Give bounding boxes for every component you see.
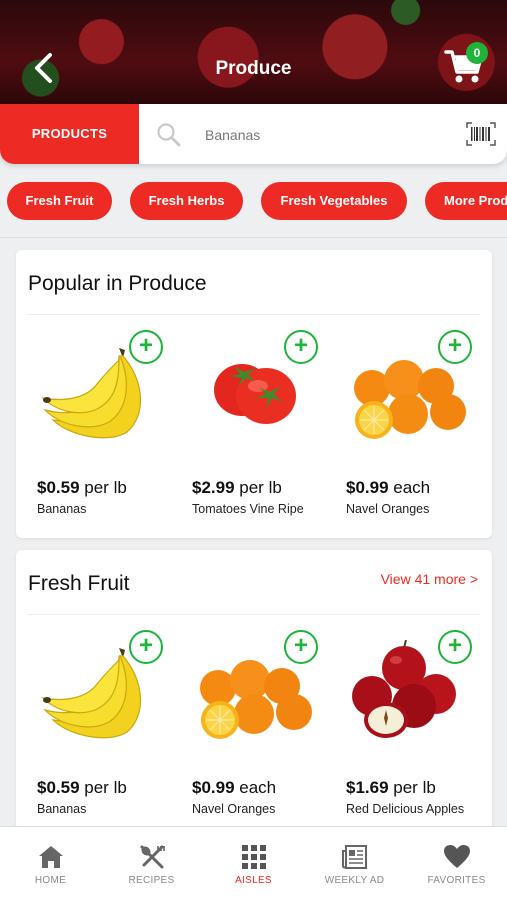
product-price: $0.59 per lb [37,778,127,797]
search-bar: PRODUCTS [0,104,507,164]
product-name: Bananas [37,502,87,516]
header-banner [0,0,507,104]
nav-favorites[interactable]: FAVORITES [406,827,507,900]
chip-fresh-vegetables[interactable]: Fresh Vegetables [261,182,407,220]
product-name: Navel Oranges [346,502,430,516]
add-to-cart-button[interactable]: + [438,630,472,664]
nav-label: WEEKLY AD [324,875,385,886]
fresh-fruit-card: Fresh Fruit View 41 more > + $0.59 per l… [16,550,492,830]
divider [28,314,480,315]
product-price: $2.99 per lb [192,478,282,497]
nav-recipes[interactable]: RECIPES [101,827,202,900]
product-price: $0.99 each [346,478,431,497]
nav-label: HOME [34,875,67,886]
nav-label: AISLES [235,875,272,886]
favorites-icon [444,845,470,868]
product-price: $0.99 each [192,778,277,797]
bottom-nav: HOME RECIPES AISLES WEEKLY AD FAVORITES [0,826,507,900]
nav-label: RECIPES [128,875,175,886]
product-name: Bananas [37,802,87,816]
chip-fresh-herbs[interactable]: Fresh Herbs [130,182,243,220]
chip-more-products[interactable]: More Products [425,182,507,220]
recipes-icon [140,845,165,869]
barcode-scan-icon[interactable] [466,122,496,146]
product-card[interactable]: + $0.99 each Navel Oranges [338,320,488,520]
product-card[interactable]: + $0.99 each Navel Oranges [184,620,334,820]
weekly-ad-icon [342,845,367,869]
product-name: Navel Oranges [192,802,276,816]
section-title: Fresh Fruit [28,572,130,595]
search-icon [157,123,181,147]
product-price: $0.59 per lb [37,478,127,497]
add-to-cart-button[interactable]: + [284,630,318,664]
home-icon [39,846,63,868]
product-name: Red Delicious Apples [346,802,465,816]
nav-home[interactable]: HOME [0,827,101,900]
nav-aisles[interactable]: AISLES [203,827,304,900]
popular-card: Popular in Produce + $0.59 per lb Banana… [16,250,492,538]
product-price: $1.69 per lb [346,778,436,797]
product-name: Tomatoes Vine Ripe [192,502,304,516]
product-card[interactable]: + $2.99 per lb Tomatoes Vine Ripe [184,320,334,520]
view-more-link[interactable]: View 41 more > [381,571,478,587]
add-to-cart-button[interactable]: + [129,330,163,364]
search-input[interactable] [205,124,445,146]
product-card[interactable]: + $1.69 per lb Red Delicious Apples [338,620,488,820]
divider [28,614,480,615]
add-to-cart-button[interactable]: + [438,330,472,364]
cart-count-badge: 0 [466,42,488,64]
nav-label: FAVORITES [427,875,486,886]
aisles-icon [242,845,266,869]
section-title: Popular in Produce [28,272,207,295]
product-card[interactable]: + $0.59 per lb Bananas [29,320,179,520]
nav-weekly-ad[interactable]: WEEKLY AD [304,827,405,900]
product-card[interactable]: + $0.59 per lb Bananas [29,620,179,820]
page-title: Produce [215,58,292,79]
add-to-cart-button[interactable]: + [129,630,163,664]
category-chips: Fresh Fruit Fresh Herbs Fresh Vegetables… [0,182,507,222]
chip-fresh-fruit[interactable]: Fresh Fruit [7,182,112,220]
divider [0,237,507,238]
add-to-cart-button[interactable]: + [284,330,318,364]
products-tab[interactable]: PRODUCTS [0,104,139,164]
